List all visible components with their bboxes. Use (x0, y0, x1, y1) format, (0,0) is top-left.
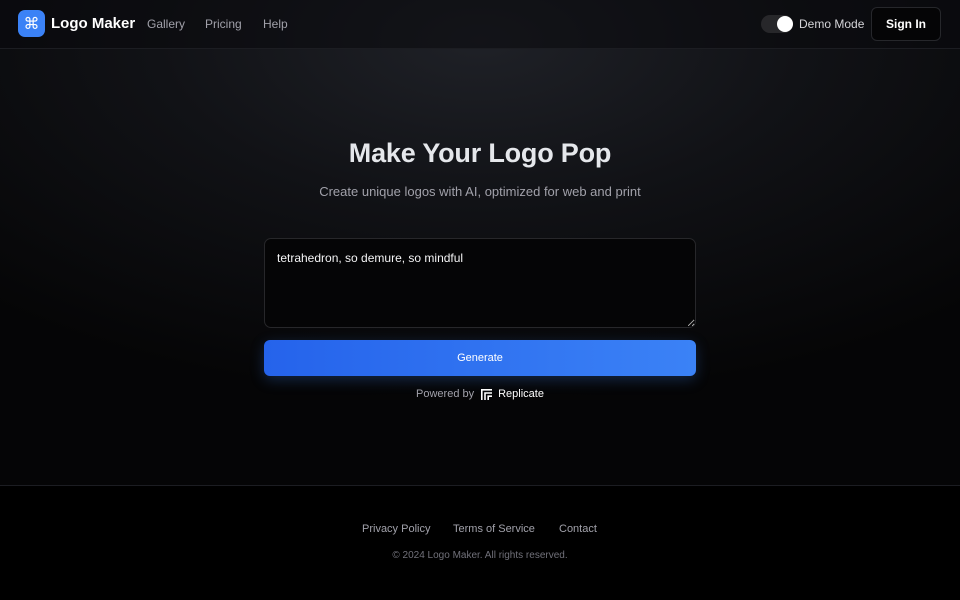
footer-link-contact[interactable]: Contact (559, 523, 597, 535)
replicate-icon (481, 388, 493, 400)
powered-by: Powered by Replicate (0, 386, 960, 402)
page-subtitle: Create unique logos with AI, optimized f… (319, 184, 641, 199)
toggle-knob (777, 16, 793, 32)
command-icon[interactable]: ⌘ (18, 10, 45, 37)
demo-mode-label: Demo Mode (799, 17, 865, 31)
footer-divider (0, 485, 960, 486)
page-title: Make Your Logo Pop (348, 138, 612, 168)
brand-name[interactable]: Logo Maker (51, 15, 135, 32)
powered-by-label: Powered by (416, 388, 475, 400)
nav-link-pricing[interactable]: Pricing (205, 17, 242, 31)
replicate-label: Replicate (498, 388, 544, 400)
copyright-text: © 2024 Logo Maker. All rights reserved. (392, 550, 568, 561)
footer-link-terms[interactable]: Terms of Service (453, 523, 535, 535)
generate-button[interactable]: Generate (264, 340, 696, 376)
replicate-link[interactable]: Replicate (480, 388, 544, 401)
footer-link-privacy[interactable]: Privacy Policy (362, 523, 430, 535)
top-nav-bar: ⌘ Logo Maker Gallery Pricing Help Demo M… (0, 0, 960, 49)
nav-link-help[interactable]: Help (263, 17, 288, 31)
sign-in-button[interactable]: Sign In (871, 7, 941, 41)
page: ⌘ Logo Maker Gallery Pricing Help Demo M… (0, 0, 960, 600)
demo-mode-toggle[interactable] (761, 15, 793, 33)
nav-link-gallery[interactable]: Gallery (147, 17, 185, 31)
logo-prompt-input[interactable] (264, 238, 696, 328)
